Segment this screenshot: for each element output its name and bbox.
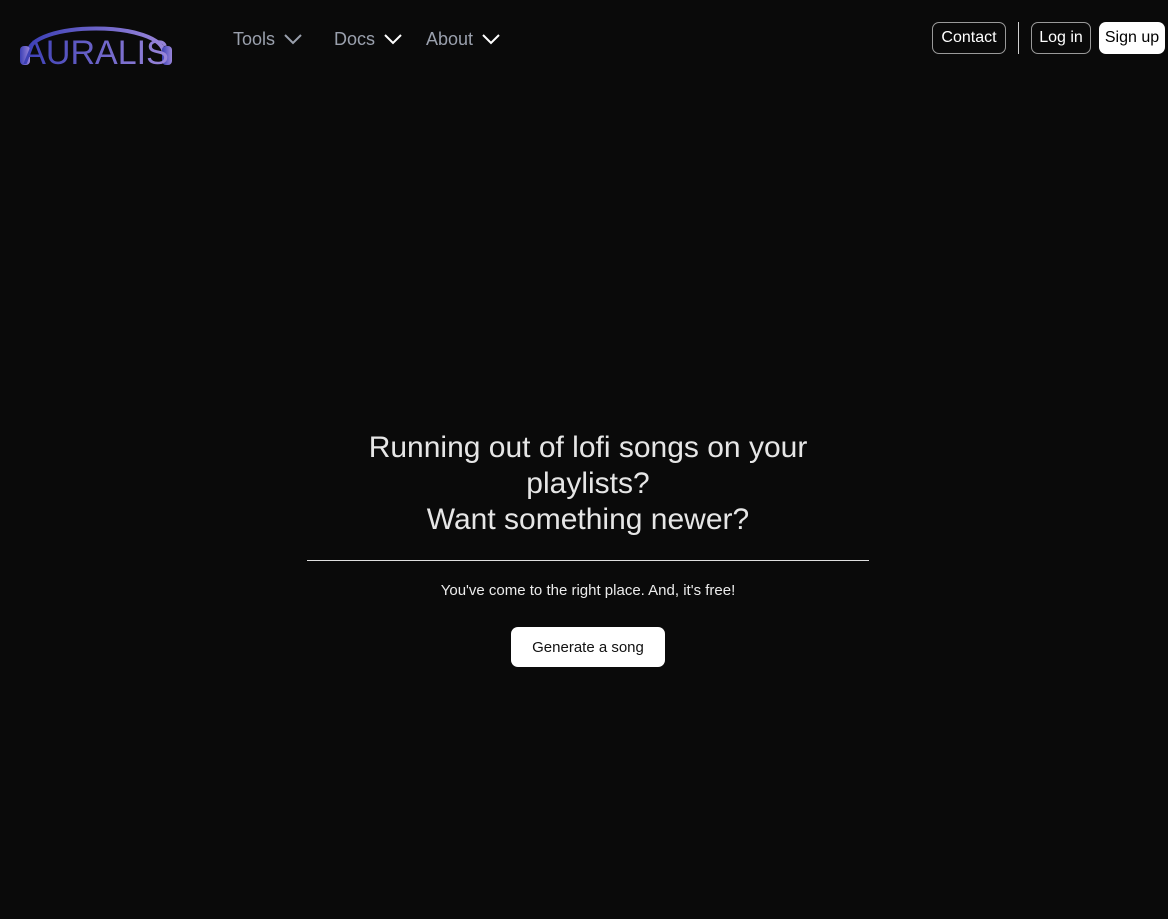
nav-tools[interactable]: Tools [233, 26, 303, 52]
nav-about[interactable]: About [426, 26, 501, 52]
page: AURALIS Tools Docs About Contact Log in … [0, 0, 1168, 919]
hero-headline-line1: Running out of lofi songs on your playli… [368, 431, 808, 500]
nav-docs-label: Docs [334, 29, 376, 49]
nav-about-label: About [426, 29, 474, 49]
header-divider [1018, 22, 1019, 54]
hero-headline: Running out of lofi songs on your playli… [307, 430, 869, 538]
chevron-down-icon [284, 34, 302, 45]
headphones-logo-icon: AURALIS [20, 26, 172, 68]
site-header: AURALIS Tools Docs About Contact Log in … [0, 0, 1168, 78]
signup-button[interactable]: Sign up [1099, 22, 1165, 54]
contact-button[interactable]: Contact [932, 22, 1006, 54]
hero-section: Running out of lofi songs on your playli… [307, 430, 869, 667]
nav-tools-label: Tools [233, 29, 276, 49]
auralis-logo[interactable]: AURALIS [18, 8, 174, 68]
chevron-down-icon [384, 34, 402, 45]
hero-divider [307, 560, 869, 561]
hero-headline-line2: Want something newer? [426, 503, 750, 536]
hero-subtext: You've come to the right place. And, it'… [440, 582, 736, 599]
nav-docs[interactable]: Docs [334, 26, 403, 52]
chevron-down-icon [482, 34, 500, 45]
generate-song-button[interactable]: Generate a song [511, 627, 665, 667]
logo-wordmark: AURALIS [23, 34, 169, 68]
login-button[interactable]: Log in [1031, 22, 1091, 54]
